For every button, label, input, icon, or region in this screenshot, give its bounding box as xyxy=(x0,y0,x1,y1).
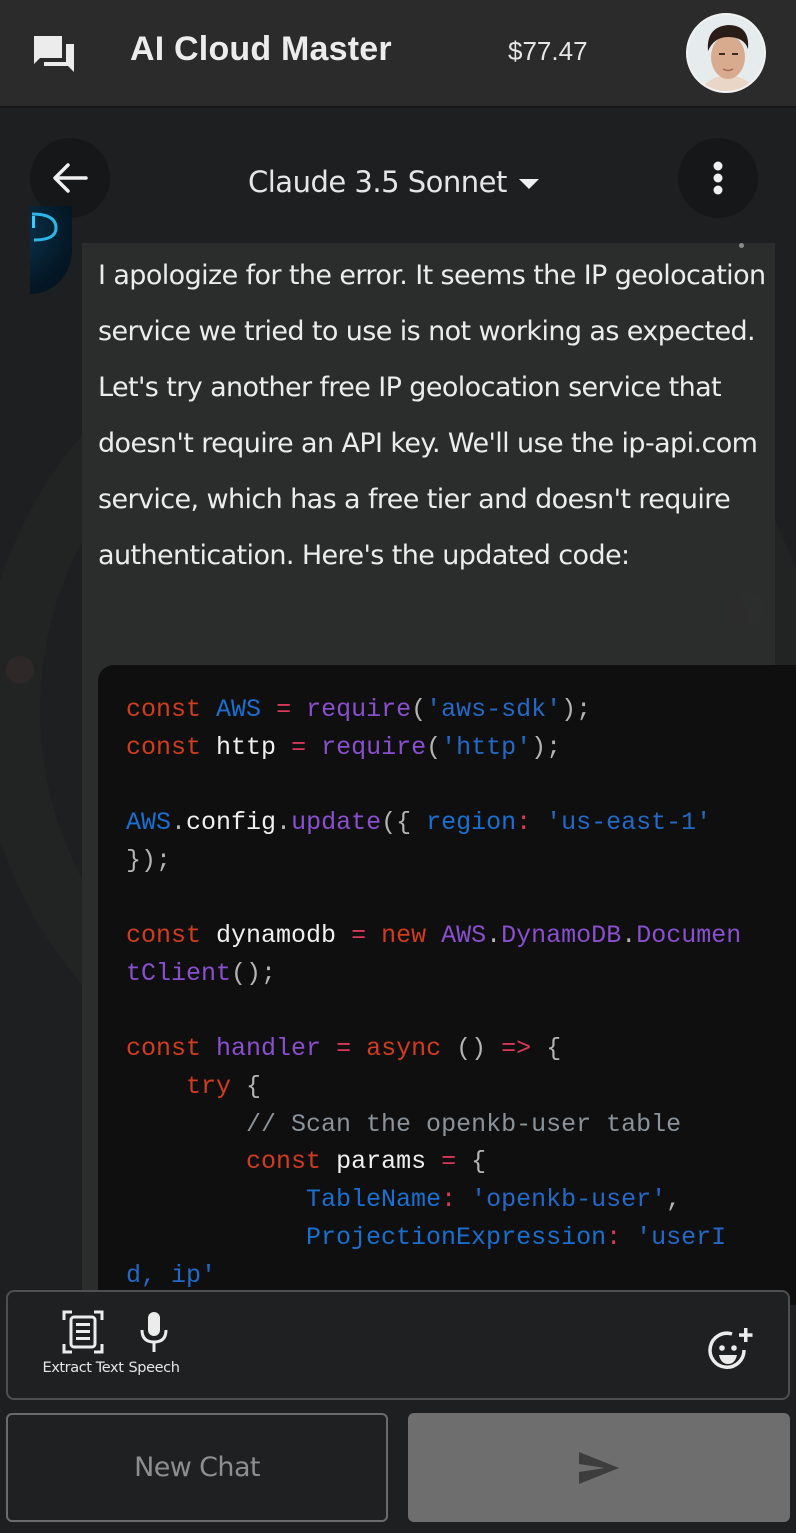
code-line: try { xyxy=(186,1072,262,1102)
account-balance: $77.47 xyxy=(508,36,588,66)
code-line: const AWS = require('aws-sdk'); xyxy=(126,695,592,724)
message-input-area[interactable]: Extract Text Speech xyxy=(6,1290,790,1400)
speech-label: Speech xyxy=(128,1360,180,1376)
extract-text-button[interactable]: Extract Text xyxy=(30,1310,136,1376)
code-block[interactable]: const AWS = require('aws-sdk'); const ht… xyxy=(98,665,796,1305)
model-name: Claude 3.5 Sonnet xyxy=(248,165,507,199)
avatar-portrait-icon xyxy=(688,15,764,91)
arrow-left-icon xyxy=(53,163,88,193)
send-button[interactable] xyxy=(408,1413,790,1522)
document-scan-icon xyxy=(62,1310,104,1354)
send-icon xyxy=(579,1451,619,1484)
app-bar: AI Cloud Master $77.47 xyxy=(0,0,796,108)
code-line: AWS.config.update({ region: 'us-east-1' … xyxy=(126,808,712,875)
more-vertical-icon xyxy=(713,161,723,195)
caret-down-icon xyxy=(518,179,539,189)
app-title: AI Cloud Master xyxy=(130,30,392,68)
code-content: const AWS = require('aws-sdk'); const ht… xyxy=(126,691,741,1294)
extract-text-label: Extract Text xyxy=(42,1360,124,1376)
assistant-logo-icon xyxy=(31,212,58,242)
code-line: const params = { xyxy=(246,1147,487,1177)
code-line: // Scan the openkb-user table xyxy=(246,1109,682,1139)
add-emoji-icon[interactable] xyxy=(706,1326,756,1376)
new-chat-button[interactable]: New Chat xyxy=(6,1413,388,1522)
assistant-avatar xyxy=(30,206,72,294)
speech-button[interactable]: Speech xyxy=(124,1310,184,1376)
chat-bubbles-icon[interactable] xyxy=(32,34,76,74)
microphone-icon xyxy=(140,1312,168,1352)
code-line: const dynamodb = new AWS.DynamoDB.Docume… xyxy=(126,921,742,988)
assistant-message-text: I apologize for the error. It seems the … xyxy=(98,260,766,571)
model-selector[interactable]: Claude 3.5 Sonnet xyxy=(248,160,539,204)
more-options-button[interactable] xyxy=(678,138,758,218)
code-line: const http = require('http'); xyxy=(126,732,562,762)
user-avatar[interactable] xyxy=(686,13,766,93)
code-line: ProjectionExpression: 'userI d, ip' xyxy=(126,1222,727,1290)
app-root: AI Cloud Master $77.47 Claude 3.5 Sonnet xyxy=(0,0,796,1533)
code-line: const handler = async () => { xyxy=(126,1034,562,1064)
code-line: TableName: 'openkb-user', xyxy=(306,1185,682,1215)
